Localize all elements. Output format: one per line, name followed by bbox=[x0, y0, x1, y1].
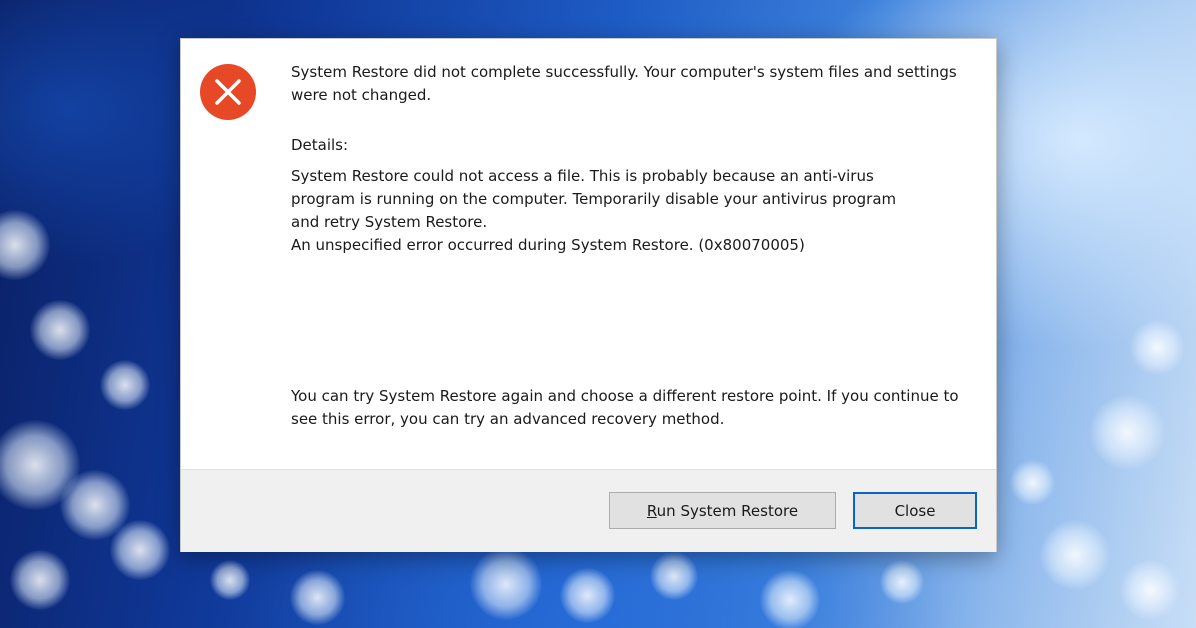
bokeh-light bbox=[470, 548, 542, 620]
bokeh-light bbox=[290, 570, 345, 625]
bokeh-light bbox=[1130, 320, 1185, 375]
bokeh-light bbox=[880, 560, 924, 604]
system-restore-error-dialog: System Restore did not complete successf… bbox=[180, 38, 997, 552]
main-error-message: System Restore did not complete successf… bbox=[291, 63, 957, 104]
dialog-footer: Run System Restore Close bbox=[181, 469, 996, 552]
details-line: System Restore could not access a file. … bbox=[291, 167, 874, 185]
bokeh-light bbox=[1010, 460, 1055, 505]
bokeh-light bbox=[10, 550, 70, 610]
bokeh-light bbox=[100, 360, 150, 410]
advice-text: You can try System Restore again and cho… bbox=[291, 387, 959, 428]
bokeh-light bbox=[1040, 520, 1110, 590]
mnemonic-letter: R bbox=[646, 501, 657, 520]
bokeh-light bbox=[1120, 560, 1180, 620]
bokeh-light bbox=[210, 560, 250, 600]
details-line: program is running on the computer. Temp… bbox=[291, 190, 897, 208]
details-label: Details: bbox=[291, 136, 349, 154]
bokeh-light bbox=[30, 300, 90, 360]
error-x-icon bbox=[199, 63, 257, 121]
details-line: and retry System Restore. bbox=[291, 213, 488, 231]
close-button[interactable]: Close bbox=[853, 492, 977, 529]
error-code-line: An unspecified error occurred during Sys… bbox=[291, 236, 805, 254]
bokeh-light bbox=[650, 552, 698, 600]
run-system-restore-button[interactable]: Run System Restore bbox=[609, 492, 836, 529]
bokeh-light bbox=[760, 570, 820, 628]
details-text: System Restore could not access a file. … bbox=[291, 165, 981, 257]
button-label: un System Restore bbox=[656, 501, 799, 520]
bokeh-light bbox=[1090, 395, 1165, 470]
bokeh-light bbox=[110, 520, 170, 580]
bokeh-light bbox=[560, 568, 615, 623]
bokeh-light bbox=[0, 210, 50, 280]
